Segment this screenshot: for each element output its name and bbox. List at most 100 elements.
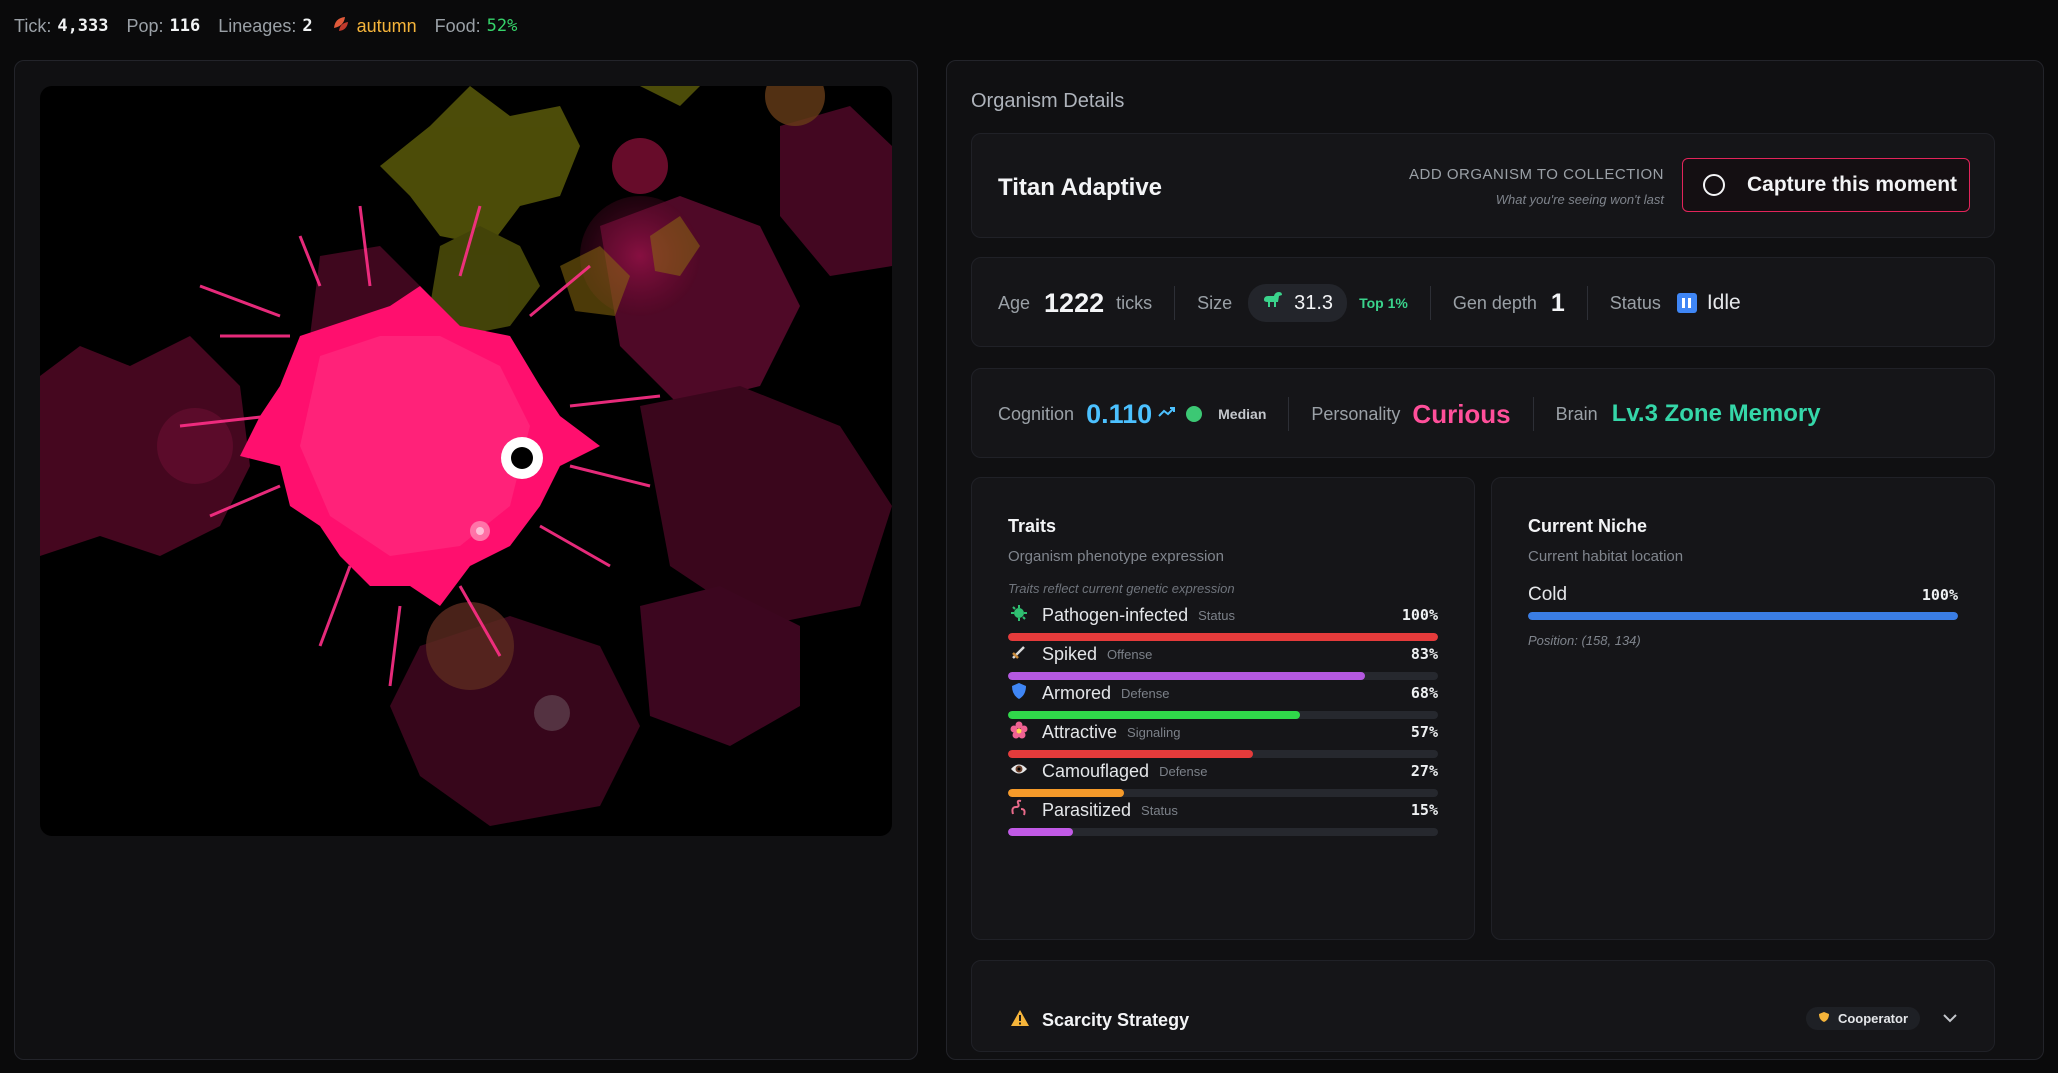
- strategy-value: Cooperator: [1837, 1011, 1908, 1026]
- size-label: Size: [1197, 292, 1233, 313]
- trait-bar-fill: [1008, 672, 1365, 680]
- panel-title: Organism Details: [971, 90, 1125, 112]
- trait-pct: 57%: [1410, 723, 1438, 741]
- size-badge: 31.3: [1248, 284, 1348, 322]
- size-value: 31.3: [1294, 291, 1334, 314]
- personality-value: Curious: [1412, 398, 1511, 429]
- trait-bar-fill: [1008, 750, 1254, 758]
- lineages-value: 2: [302, 16, 313, 36]
- divider: [1429, 286, 1431, 320]
- strategy-badge: Cooperator: [1805, 1007, 1920, 1030]
- trait-pct: 68%: [1410, 684, 1438, 702]
- gen-depth-label: Gen depth: [1452, 292, 1537, 313]
- divider: [1174, 286, 1176, 320]
- shield-badge-icon: [1818, 1011, 1830, 1026]
- trait-bar-fill: [1008, 711, 1301, 719]
- trait-name: Parasitized: [1042, 799, 1132, 820]
- organism-name: Titan Adaptive: [998, 174, 1163, 201]
- trait-name: Attractive: [1042, 721, 1118, 742]
- trait-name: Pathogen-infected: [1042, 604, 1189, 625]
- trait-row: Parasitized Status 15%: [1008, 798, 1438, 838]
- eye-icon: [1008, 762, 1030, 781]
- trait-pct: 15%: [1410, 801, 1438, 819]
- shield-icon: [1008, 682, 1030, 705]
- cognition-rank: Median: [1218, 406, 1267, 422]
- capture-button[interactable]: Capture this moment: [1682, 158, 1970, 212]
- trait-pct: 27%: [1410, 762, 1438, 780]
- traits-note: Traits reflect current genetic expressio…: [1008, 581, 1235, 596]
- brain-label: Brain: [1555, 403, 1598, 424]
- stats-card: Age 1222 ticks Size 31.3 Top 1% Gen dept…: [971, 257, 1995, 347]
- traits-card: Traits Organism phenotype expression Tra…: [971, 477, 1475, 940]
- pop-value: 116: [169, 16, 201, 36]
- age-unit: ticks: [1116, 292, 1153, 313]
- trait-bar: [1008, 828, 1438, 836]
- niche-subtitle: Current habitat location: [1528, 548, 1684, 565]
- trait-category: Offense: [1107, 646, 1153, 662]
- pop-label: Pop:: [126, 15, 164, 36]
- collect-subtitle: What you're seeing won't last: [1495, 192, 1664, 207]
- tick-counter: Tick: 4,333: [14, 16, 109, 37]
- status-bar: Tick: 4,333 Pop: 116 Lineages: 2 autumn …: [14, 14, 517, 38]
- lineages-label: Lineages:: [218, 15, 297, 36]
- season-indicator: autumn: [331, 14, 417, 39]
- trait-bar: [1008, 711, 1438, 719]
- trait-category: Defense: [1121, 685, 1170, 701]
- personality-label: Personality: [1311, 403, 1401, 424]
- chevron-down-icon[interactable]: [1942, 1003, 1958, 1029]
- trait-bar: [1008, 672, 1438, 680]
- trait-bar-fill: [1008, 789, 1125, 797]
- niche-pct: 100%: [1921, 586, 1958, 604]
- divider: [1586, 286, 1588, 320]
- trait-row: Pathogen-infected Status 100%: [1008, 603, 1438, 643]
- flower-icon: [1008, 721, 1030, 744]
- divider: [1532, 397, 1534, 431]
- divider: [1288, 397, 1290, 431]
- status-label: Status: [1609, 292, 1661, 313]
- trait-category: Status: [1198, 607, 1235, 623]
- leaves-icon: [331, 14, 351, 39]
- trait-category: Defense: [1159, 763, 1208, 779]
- age-label: Age: [998, 292, 1031, 313]
- traits-title: Traits: [1008, 516, 1057, 536]
- food-label: Food:: [434, 15, 481, 36]
- food-value: 52%: [486, 16, 518, 36]
- trait-row: Camouflaged Defense 27%: [1008, 759, 1438, 799]
- trait-name: Spiked: [1042, 643, 1098, 664]
- niche-name: Cold: [1528, 584, 1568, 605]
- microbe-icon: [1008, 604, 1030, 627]
- gen-depth-value: 1: [1550, 288, 1565, 317]
- worm-icon: [1008, 799, 1030, 822]
- trait-bar-fill: [1008, 828, 1073, 836]
- niche-row: Cold 100%: [1528, 584, 1958, 606]
- lineages-counter: Lineages: 2: [218, 16, 312, 37]
- season-value: autumn: [356, 15, 417, 36]
- food-indicator: Food: 52%: [435, 16, 518, 37]
- trait-bar: [1008, 789, 1438, 797]
- organism-name-card: Titan Adaptive ADD ORGANISM TO COLLECTIO…: [971, 133, 1995, 238]
- scarcity-card[interactable]: Scarcity Strategy Cooperator: [971, 960, 1995, 1052]
- trait-row: Attractive Signaling 57%: [1008, 720, 1438, 760]
- niche-bar-fill: [1528, 612, 1958, 620]
- circle-icon: [1703, 174, 1725, 196]
- niche-card: Current Niche Current habitat location C…: [1491, 477, 1995, 940]
- trait-row: Armored Defense 68%: [1008, 681, 1438, 721]
- trait-bar: [1008, 633, 1438, 641]
- status-value: Idle: [1706, 291, 1741, 314]
- world-view[interactable]: [40, 86, 892, 836]
- pause-icon: [1676, 293, 1697, 313]
- age-value: 1222: [1044, 287, 1105, 318]
- niche-bar: [1528, 612, 1958, 620]
- population-counter: Pop: 116: [127, 16, 201, 37]
- trait-category: Signaling: [1127, 724, 1181, 740]
- niche-title: Current Niche: [1528, 516, 1648, 536]
- simulation-canvas[interactable]: [40, 86, 892, 836]
- capture-label: Capture this moment: [1747, 173, 1958, 196]
- trait-row: Spiked Offense 83%: [1008, 642, 1438, 682]
- status-dot-icon: [1186, 406, 1203, 422]
- trend-up-icon: [1158, 405, 1176, 423]
- trait-bar: [1008, 750, 1438, 758]
- cognition-value: 0.110: [1086, 398, 1153, 429]
- warning-icon: [1010, 1009, 1030, 1032]
- size-rank: Top 1%: [1359, 295, 1408, 311]
